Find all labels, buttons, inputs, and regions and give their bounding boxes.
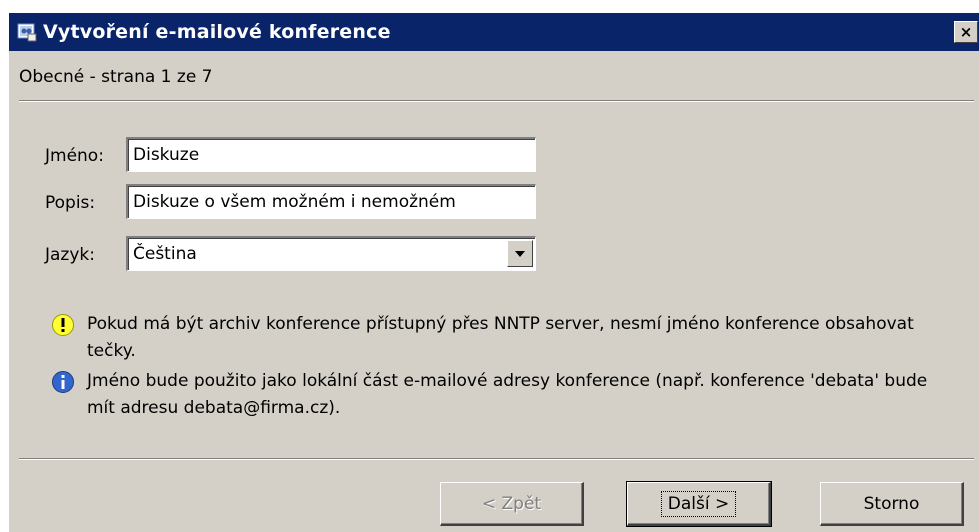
language-select[interactable]: Čeština [126, 236, 536, 271]
back-button[interactable]: < Zpět [440, 482, 584, 526]
chevron-down-icon [515, 250, 525, 257]
window-title: Vytvoření e-mailové konference [43, 21, 391, 43]
info-note: Jméno bude použito jako lokální část e-m… [51, 368, 937, 422]
warning-icon [52, 314, 74, 336]
info-text: Jméno bude použito jako lokální část e-m… [87, 371, 928, 418]
close-button[interactable]: × [954, 21, 978, 43]
next-button-label: Další > [660, 490, 737, 517]
warning-text: Pokud má být archiv konference přístupný… [87, 314, 914, 361]
header-divider [19, 100, 974, 102]
description-input-value: Diskuze o všem možném i nemožném [133, 192, 456, 212]
warning-note: Pokud má být archiv konference přístupný… [51, 311, 937, 365]
title-bar[interactable]: Vytvoření e-mailové konference × [9, 13, 979, 51]
description-label: Popis: [45, 193, 96, 213]
cancel-button[interactable]: Storno [820, 482, 964, 526]
language-select-value: Čeština [133, 244, 197, 264]
mailing-list-icon [16, 21, 38, 43]
dialog-window: Vytvoření e-mailové konference × Obecné … [8, 12, 979, 532]
back-button-label: < Zpět [481, 493, 542, 514]
next-button[interactable]: Další > [626, 481, 772, 527]
info-icon [52, 371, 74, 393]
dropdown-button[interactable] [507, 240, 533, 267]
language-label: Jazyk: [45, 245, 95, 265]
description-input[interactable]: Diskuze o všem možném i nemožném [126, 184, 536, 219]
name-label: Jméno: [45, 146, 104, 166]
name-input[interactable]: Diskuze [126, 137, 536, 172]
cancel-button-label: Storno [863, 493, 920, 514]
close-icon: × [959, 23, 973, 41]
page-label: Obecné - strana 1 ze 7 [19, 67, 213, 87]
name-input-value: Diskuze [133, 145, 200, 165]
footer-divider [19, 458, 974, 460]
